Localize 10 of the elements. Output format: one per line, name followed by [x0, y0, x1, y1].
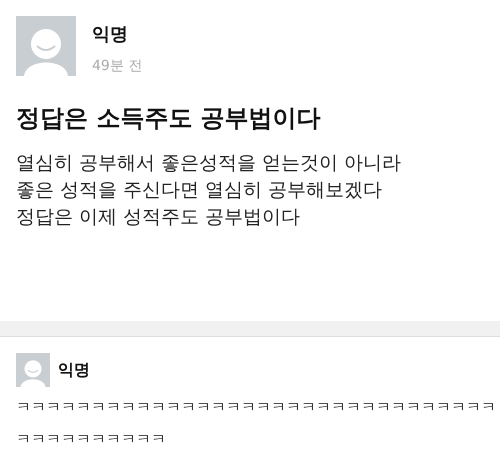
post-title: 정답은 소득주도 공부법이다	[16, 102, 322, 134]
author-name: 익명	[92, 24, 129, 46]
avatar-icon	[16, 352, 50, 387]
comment-author: 익명	[58, 358, 90, 381]
comment-text: ㅋㅋㅋㅋㅋㅋㅋㅋㅋㅋㅋㅋㅋㅋㅋㅋㅋㅋㅋㅋㅋㅋㅋㅋㅋㅋㅋㅋㅋㅋㅋㅋㅋㅋㅋㅋㅋㅋㅋㅋㅋㅋ	[16, 396, 497, 450]
post-time: 49분 전	[92, 56, 142, 76]
post-text: 좋은 성적을 주신다면 열심히 공부해보겠다	[16, 178, 384, 203]
post-text: 정답은 이제 성적주도 공부법이다	[16, 204, 302, 230]
avatar-icon	[16, 16, 76, 76]
post-text: 열심히 공부해서 좋은성적을 얻는것이 아니라	[16, 150, 402, 176]
